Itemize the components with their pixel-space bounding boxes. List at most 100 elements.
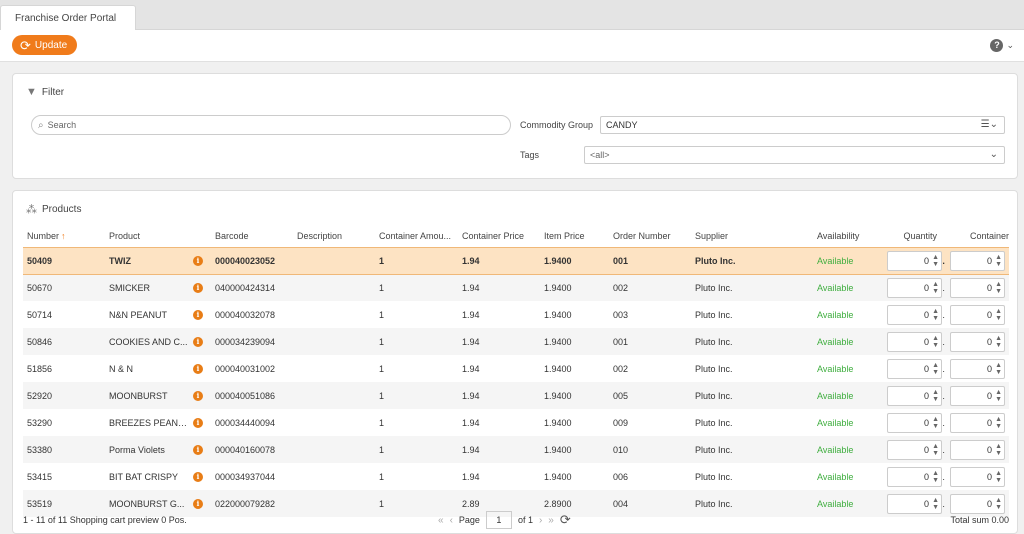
next-page-icon[interactable]: ›	[539, 515, 542, 526]
prev-page-icon[interactable]: ‹	[450, 515, 453, 526]
first-page-icon[interactable]: «	[438, 515, 444, 526]
container-amount-cell: 1	[379, 309, 385, 320]
supplier-cell: Pluto Inc.	[691, 274, 813, 301]
column-header[interactable]: Container	[945, 225, 1009, 247]
column-header[interactable]: Supplier	[691, 225, 813, 247]
stepper-arrows-icon[interactable]: ▲ ▼	[995, 281, 1002, 295]
product-cell: COOKIES AND C...	[105, 328, 189, 355]
stepper-arrows-icon[interactable]: ▲ ▼	[995, 254, 1002, 268]
column-header[interactable]: Item Price	[540, 225, 609, 247]
container-amount-cell: 1	[375, 274, 458, 301]
item-price-cell: 1.9400	[540, 328, 609, 355]
last-page-icon[interactable]: »	[548, 515, 554, 526]
item-price-cell: 1.9400	[540, 274, 609, 301]
quantity-stepper[interactable]: 0 ▲ ▼	[887, 277, 942, 298]
container-value: 0	[987, 255, 993, 266]
container-stepper[interactable]: 0 ▲ ▼	[950, 277, 1005, 298]
stepper-arrows-icon[interactable]: ▲ ▼	[932, 389, 939, 403]
container-stepper[interactable]: 0 ▲ ▼	[950, 385, 1005, 406]
menu-icon[interactable]: ☰⌄	[981, 119, 998, 130]
table-row[interactable]: 52920 MOONBURST i 000040051086 1 1.94 1.9400 00…	[23, 382, 1009, 409]
quantity-stepper[interactable]: 0 ▲ ▼	[887, 304, 942, 325]
table-row[interactable]: 50409 TWIZ i 000040023052 1 1.94 1.9400 001 Plut…	[23, 246, 1009, 275]
quantity-stepper[interactable]: 0 ▲ ▼	[887, 466, 942, 487]
column-header[interactable]: Number ↑	[23, 225, 105, 247]
stepper-arrows-icon[interactable]: ▲ ▼	[995, 308, 1002, 322]
stepper-arrows-icon[interactable]: ▲ ▼	[995, 443, 1002, 457]
container-stepper[interactable]: 0 ▲ ▼	[950, 250, 1005, 271]
info-icon[interactable]: i	[193, 283, 203, 294]
tab-franchise-order-portal[interactable]: Franchise Order Portal	[0, 5, 136, 30]
table-header: Number ↑ Product Barcode Description Containe…	[23, 225, 1009, 247]
stepper-arrows-icon[interactable]: ▲ ▼	[995, 389, 1002, 403]
stepper-arrows-icon[interactable]: ▲ ▼	[932, 362, 939, 376]
quantity-cell: 0 ▲ ▼	[883, 246, 945, 275]
table-row[interactable]: 53380 Porma Violets i 000040160078 1 1.94 1.94…	[23, 436, 1009, 463]
commodity-group-value: CANDY	[606, 120, 638, 130]
help-menu[interactable]: ? ⌄	[990, 39, 1014, 52]
quantity-stepper[interactable]: 0 ▲ ▼	[887, 385, 942, 406]
stepper-arrows-icon[interactable]: ▲ ▼	[995, 416, 1002, 430]
column-header[interactable]: Container Amou...	[375, 225, 458, 247]
info-icon[interactable]: i	[193, 391, 203, 401]
stepper-arrows-icon[interactable]: ▲ ▼	[932, 308, 939, 322]
search-icon: ⌕	[38, 119, 44, 131]
table-row[interactable]: 53415 BIT BAT CRISPY i 000034937044 1 1.94 1.9…	[23, 463, 1009, 490]
table-row[interactable]: 53290 BREEZES PEANU... i 000034440094 1 1.94 1…	[23, 409, 1009, 436]
column-header[interactable]: Availability	[813, 225, 883, 247]
tags-select[interactable]: <all> ⌄	[584, 146, 1005, 164]
container-stepper[interactable]: 0 ▲ ▼	[950, 331, 1005, 352]
stepper-arrows-icon[interactable]: ▲ ▼	[932, 335, 939, 349]
container-price-cell: 1.94	[458, 382, 540, 409]
column-header-label: Order Number	[613, 230, 671, 241]
page-input[interactable]: 1	[485, 511, 512, 529]
stepper-arrows-icon[interactable]: ▲ ▼	[932, 470, 939, 484]
stepper-arrows-icon[interactable]: ▲ ▼	[932, 254, 939, 268]
table-row[interactable]: 51856 N & N i 000040031002 1 1.94 1.9400 002 Plu…	[23, 355, 1009, 382]
info-icon[interactable]: i	[193, 418, 203, 428]
table-row[interactable]: 50846 COOKIES AND C... i 000034239094 1 1.94 1…	[23, 328, 1009, 355]
table-row[interactable]: 50714 N&N PEANUT i 000040032078 1 1.94 1.9400 0…	[23, 301, 1009, 328]
container-stepper[interactable]: 0 ▲ ▼	[950, 358, 1005, 379]
column-header[interactable]	[189, 225, 211, 247]
column-header[interactable]: Container Price	[458, 225, 540, 247]
info-icon[interactable]: i	[193, 445, 203, 455]
stepper-arrows-icon[interactable]: ▲ ▼	[932, 443, 939, 457]
column-header[interactable]: Product	[105, 225, 189, 247]
refresh-icon[interactable]: ⟳	[560, 512, 571, 528]
quantity-cell: 0 ▲ ▼	[883, 463, 945, 490]
container-stepper[interactable]: 0 ▲ ▼	[950, 412, 1005, 433]
column-header[interactable]: Quantity	[883, 225, 945, 247]
container-stepper[interactable]: 0 ▲ ▼	[950, 466, 1005, 487]
info-icon[interactable]: i	[193, 472, 203, 482]
quantity-stepper[interactable]: 0 ▲ ▼	[887, 439, 942, 460]
table-row[interactable]: 50670 SMICKER i 040000424314 1 1.94 1.9400 002 P…	[23, 274, 1009, 301]
number-cell: 53380	[23, 436, 105, 463]
stepper-arrows-icon[interactable]: ▲ ▼	[932, 416, 939, 430]
container-stepper[interactable]: 0 ▲ ▼	[950, 304, 1005, 325]
info-icon[interactable]: i	[193, 256, 203, 266]
column-header[interactable]: Barcode	[211, 225, 293, 247]
info-icon[interactable]: i	[193, 364, 203, 374]
stepper-arrows-icon[interactable]: ▲ ▼	[995, 470, 1002, 484]
quantity-stepper[interactable]: 0 ▲ ▼	[887, 331, 942, 352]
quantity-stepper[interactable]: 0 ▲ ▼	[887, 412, 942, 433]
info-cell: i	[189, 355, 211, 382]
description-cell	[293, 409, 375, 436]
quantity-stepper[interactable]: 0 ▲ ▼	[887, 250, 942, 271]
commodity-group-select[interactable]: CANDY ☰⌄	[600, 116, 1005, 134]
description-cell	[293, 246, 375, 275]
stepper-arrows-icon[interactable]: ▲ ▼	[932, 281, 939, 295]
column-header[interactable]: Description	[293, 225, 375, 247]
column-header[interactable]: Order Number	[609, 225, 691, 247]
quantity-stepper[interactable]: 0 ▲ ▼	[887, 358, 942, 379]
update-button[interactable]: ⟳ Update	[12, 35, 77, 55]
stepper-arrows-icon[interactable]: ▲ ▼	[995, 335, 1002, 349]
container-price-cell: 1.94	[458, 274, 540, 301]
info-icon[interactable]: i	[193, 337, 203, 347]
stepper-arrows-icon[interactable]: ▲ ▼	[995, 362, 1002, 376]
search-input[interactable]: ⌕ Search	[31, 115, 511, 135]
info-icon[interactable]: i	[193, 310, 203, 320]
container-stepper[interactable]: 0 ▲ ▼	[950, 439, 1005, 460]
availability-cell: Available	[817, 417, 854, 428]
